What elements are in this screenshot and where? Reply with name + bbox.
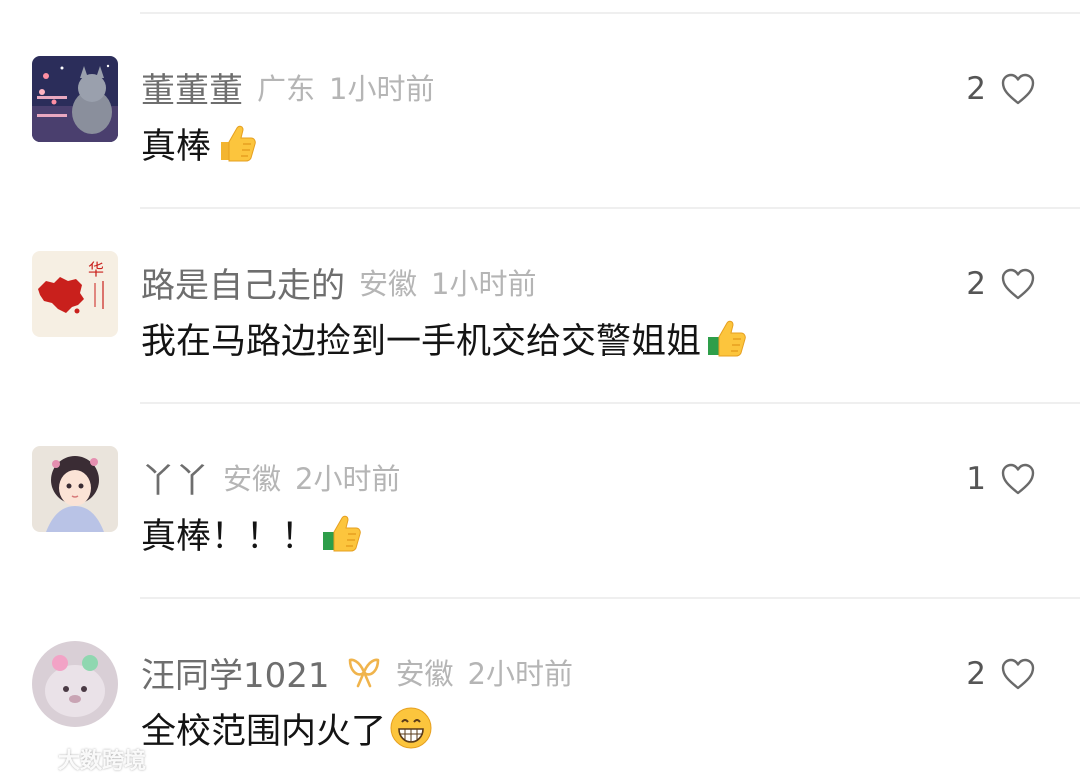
- like-count: 2: [966, 71, 986, 107]
- anime-girl-avatar-icon: [32, 446, 118, 532]
- comment-body: 全校范围内火了: [141, 711, 387, 752]
- plush-animal-avatar-icon: [32, 641, 118, 727]
- comment-meta: 丫丫 安徽 2小时前: [141, 453, 401, 502]
- heart-icon[interactable]: [1000, 72, 1036, 106]
- comment-body: 我在马路边捡到一手机交给交警姐姐: [141, 321, 702, 362]
- comment-text: 真棒: [141, 120, 259, 167]
- like-button[interactable]: 1: [966, 456, 1036, 502]
- like-count: 2: [966, 266, 986, 302]
- comment-divider: [140, 402, 1080, 404]
- comment-body: 真棒: [141, 126, 212, 167]
- like-button[interactable]: 2: [966, 261, 1036, 307]
- comment-body: 真棒！！！: [141, 516, 317, 557]
- watermark-logo-icon: [14, 751, 54, 767]
- username[interactable]: 丫丫: [141, 453, 209, 502]
- comment-divider: [140, 207, 1080, 209]
- comment-item: 董董董 广东 1小时前 真棒 2: [0, 56, 1080, 186]
- heart-icon[interactable]: [1000, 657, 1036, 691]
- location-label: 安徽: [359, 267, 418, 301]
- comment-divider: [140, 12, 1080, 14]
- comment-item: 华 路是自己走的 安徽 1小时前 我在马路边捡到一手机交给交警姐姐 2: [0, 251, 1080, 381]
- comment-meta: 汪同学1021 安徽 2小时前: [141, 648, 573, 697]
- thumbs-up-icon: [708, 320, 746, 357]
- timestamp: 2小时前: [295, 462, 401, 496]
- avatar[interactable]: [32, 641, 118, 727]
- comment-meta: 路是自己走的 安徽 1小时前: [141, 258, 537, 307]
- thumbs-up-icon: [221, 125, 256, 162]
- bow-badge-icon: [348, 658, 379, 688]
- location-label: 安徽: [223, 462, 282, 496]
- location-label: 安徽: [395, 657, 454, 691]
- avatar[interactable]: 华: [32, 251, 118, 337]
- china-map-avatar-icon: 华: [32, 251, 118, 337]
- like-count: 1: [966, 461, 986, 497]
- avatar[interactable]: [32, 446, 118, 532]
- username[interactable]: 汪同学1021: [141, 648, 330, 697]
- watermark-text: 大数跨境: [58, 749, 147, 774]
- comment-text: 全校范围内火了: [141, 705, 434, 752]
- timestamp: 2小时前: [467, 657, 573, 691]
- timestamp: 1小时前: [431, 267, 537, 301]
- username[interactable]: 路是自己走的: [141, 258, 345, 307]
- location-label: 广东: [257, 72, 316, 106]
- svg-text:华: 华: [88, 260, 104, 279]
- comment-text: 真棒！！！: [141, 510, 364, 557]
- cat-night-avatar-icon: [32, 56, 118, 142]
- heart-icon[interactable]: [1000, 462, 1036, 496]
- like-button[interactable]: 2: [966, 66, 1036, 112]
- comment-item: 汪同学1021 安徽 2小时前 全校范围内火了 2: [0, 641, 1080, 771]
- like-button[interactable]: 2: [966, 651, 1036, 697]
- watermark: 大数跨境: [14, 743, 146, 775]
- comment-text: 我在马路边捡到一手机交给交警姐姐: [141, 315, 749, 362]
- timestamp: 1小时前: [329, 72, 435, 106]
- username[interactable]: 董董董: [141, 63, 243, 112]
- comment-item: 丫丫 安徽 2小时前 真棒！！！ 1: [0, 446, 1080, 576]
- heart-icon[interactable]: [1000, 267, 1036, 301]
- comment-meta: 董董董 广东 1小时前: [141, 63, 435, 112]
- like-count: 2: [966, 656, 986, 692]
- grinning-face-icon: [390, 707, 432, 749]
- comment-divider: [140, 597, 1080, 599]
- thumbs-up-icon: [323, 515, 361, 552]
- avatar[interactable]: [32, 56, 118, 142]
